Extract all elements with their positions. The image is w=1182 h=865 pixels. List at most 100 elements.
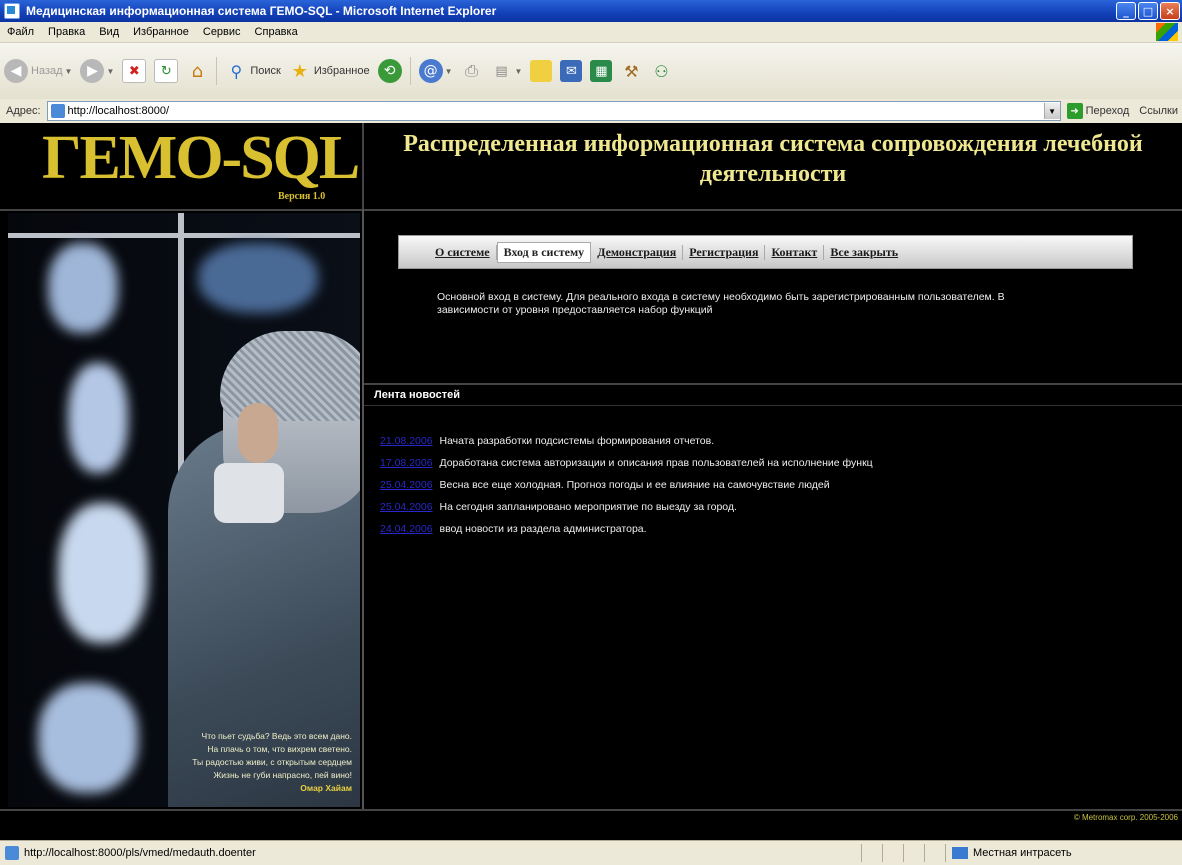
nav-login[interactable]: Вход в систему [496,241,592,263]
section-description: Основной вход в систему. Для реального в… [437,291,1005,316]
menu-help[interactable]: Справка [248,26,305,38]
menu-edit[interactable]: Правка [41,26,92,38]
messenger-people-button[interactable]: ⚇ [650,60,672,82]
address-label: Адрес: [6,105,41,117]
menu-file[interactable]: Файл [0,26,41,38]
news-date-link[interactable]: 17.08.2006 [380,457,433,469]
status-pane [861,844,882,862]
messenger-button[interactable]: ✉ [560,60,583,82]
status-bar: http://localhost:8000/pls/vmed/medauth.d… [0,840,1182,865]
links-button[interactable]: Ссылки [1139,105,1178,117]
page-icon [50,104,65,118]
messenger-icon: ✉ [560,60,583,82]
news-text: На сегодня запланировано мероприятие по … [439,501,737,513]
toolbar-divider [409,57,411,85]
xray-image [68,363,128,473]
news-date-link[interactable]: 25.04.2006 [380,479,433,491]
print-button[interactable]: ⎙ [461,60,483,82]
site-nav: О системе Вход в систему Демонстрация Ре… [398,235,1133,269]
edit-button[interactable]: ▤ ▼ [491,60,522,82]
news-list: 21.08.2006 Начата разработки подсистемы … [380,430,873,540]
research-icon: ▦ [590,60,613,82]
header-divider [0,209,1182,211]
menu-bar: Файл Правка Вид Избранное Сервис Справка [0,22,1182,43]
lightbox-frame [8,233,360,238]
nav-registration[interactable]: Регистрация [683,244,766,260]
status-pane [924,844,945,862]
page-heading: Распределенная информационная система со… [403,131,1143,187]
nav-about[interactable]: О системе [429,244,497,260]
zone-label: Местная интрасеть [973,847,1072,859]
search-icon: ⚲ [230,61,243,81]
news-text: Доработана система авторизации и описани… [439,457,873,469]
site-logo[interactable]: ГЕМО-SQL [42,127,360,189]
web-page: ГЕМО-SQL Версия 1.0 Распределенная инфор… [0,123,1182,840]
news-title: Лента новостей [374,389,460,401]
nav-demo[interactable]: Демонстрация [591,244,684,260]
quote-line: Что пьет судьба? Ведь это всем дано. [201,731,352,741]
news-item: 21.08.2006 Начата разработки подсистемы … [380,430,873,452]
quote-line: Ты радостью живи, с открытым сердцем [192,757,352,767]
quote-author: Омар Хайам [300,783,352,793]
menu-tools[interactable]: Сервис [196,26,248,38]
back-label: Назад [31,65,63,77]
news-title-divider [364,405,1182,406]
star-icon: ★ [291,60,308,82]
document-icon: ▤ [495,63,508,79]
news-date-link[interactable]: 24.04.2006 [380,523,433,535]
news-date-link[interactable]: 21.08.2006 [380,435,433,447]
doctor-ear [238,403,278,463]
address-input[interactable]: http://localhost:8000/ ▼ [46,101,1061,121]
chevron-down-icon[interactable]: ▼ [1043,103,1060,119]
news-text: Весна все еще холодная. Прогноз погоды и… [439,479,830,491]
people-icon: ⚇ [654,61,669,81]
window-title: Медицинская информационная система ГЕМО-… [26,4,497,18]
chevron-down-icon: ▼ [106,66,115,76]
surgical-cap [220,331,360,421]
home-button[interactable]: ⌂ [186,60,208,82]
footer-divider [0,809,1182,811]
xray-image [48,243,118,333]
nav-close-all[interactable]: Все закрыть [824,245,904,260]
news-item: 17.08.2006 Доработана система авторизаци… [380,452,873,474]
mail-button[interactable]: @ ▼ [418,59,453,83]
close-button[interactable]: × [1160,2,1180,20]
go-button[interactable]: ➜ Переход [1066,103,1130,119]
toolbar: ◀ Назад ▼ ▶ ▼ ✖ ↻ ⌂ ⚲ Поиск ★ Избранное … [0,43,1182,100]
page-status-icon [5,846,19,860]
column-divider [362,209,364,809]
status-pane [903,844,924,862]
menu-favorites[interactable]: Избранное [126,26,196,38]
toolbar-divider [216,57,218,85]
stop-button[interactable]: ✖ [122,59,147,83]
minimize-button[interactable]: _ [1116,2,1136,20]
chevron-down-icon: ▼ [64,66,73,76]
stop-icon: ✖ [122,59,147,83]
folder-button[interactable] [530,60,553,82]
nav-contact[interactable]: Контакт [765,244,825,260]
favorites-button[interactable]: ★ Избранное [289,60,370,82]
quote-line: Жизнь не губи напрасно, пей вино! [213,770,352,780]
news-item: 24.04.2006 ввод новости из раздела админ… [380,518,873,540]
maximize-button[interactable]: □ [1138,2,1158,20]
doctor-xray-photo: Что пьет судьба? Ведь это всем дано. На … [8,213,360,807]
search-button[interactable]: ⚲ Поиск [225,60,281,82]
refresh-button[interactable]: ↻ [154,59,179,83]
poem-quote: Что пьет судьба? Ведь это всем дано. На … [192,730,352,795]
back-arrow-icon: ◀ [4,59,28,83]
address-url: http://localhost:8000/ [67,105,170,117]
tools-icon: ⚒ [624,61,639,81]
news-date-link[interactable]: 25.04.2006 [380,501,433,513]
history-icon: ⟲ [377,59,402,83]
tools-button[interactable]: ⚒ [620,60,642,82]
forward-button[interactable]: ▶ ▼ [80,59,114,83]
version-label: Версия 1.0 [278,191,326,202]
history-button[interactable]: ⟲ [377,59,402,83]
favorites-label: Избранное [313,65,370,77]
research-button[interactable]: ▦ [590,60,613,82]
printer-icon: ⎙ [465,61,478,80]
go-label: Переход [1085,105,1130,117]
search-label: Поиск [250,65,281,77]
back-button[interactable]: ◀ Назад ▼ [4,59,72,83]
menu-view[interactable]: Вид [92,26,126,38]
